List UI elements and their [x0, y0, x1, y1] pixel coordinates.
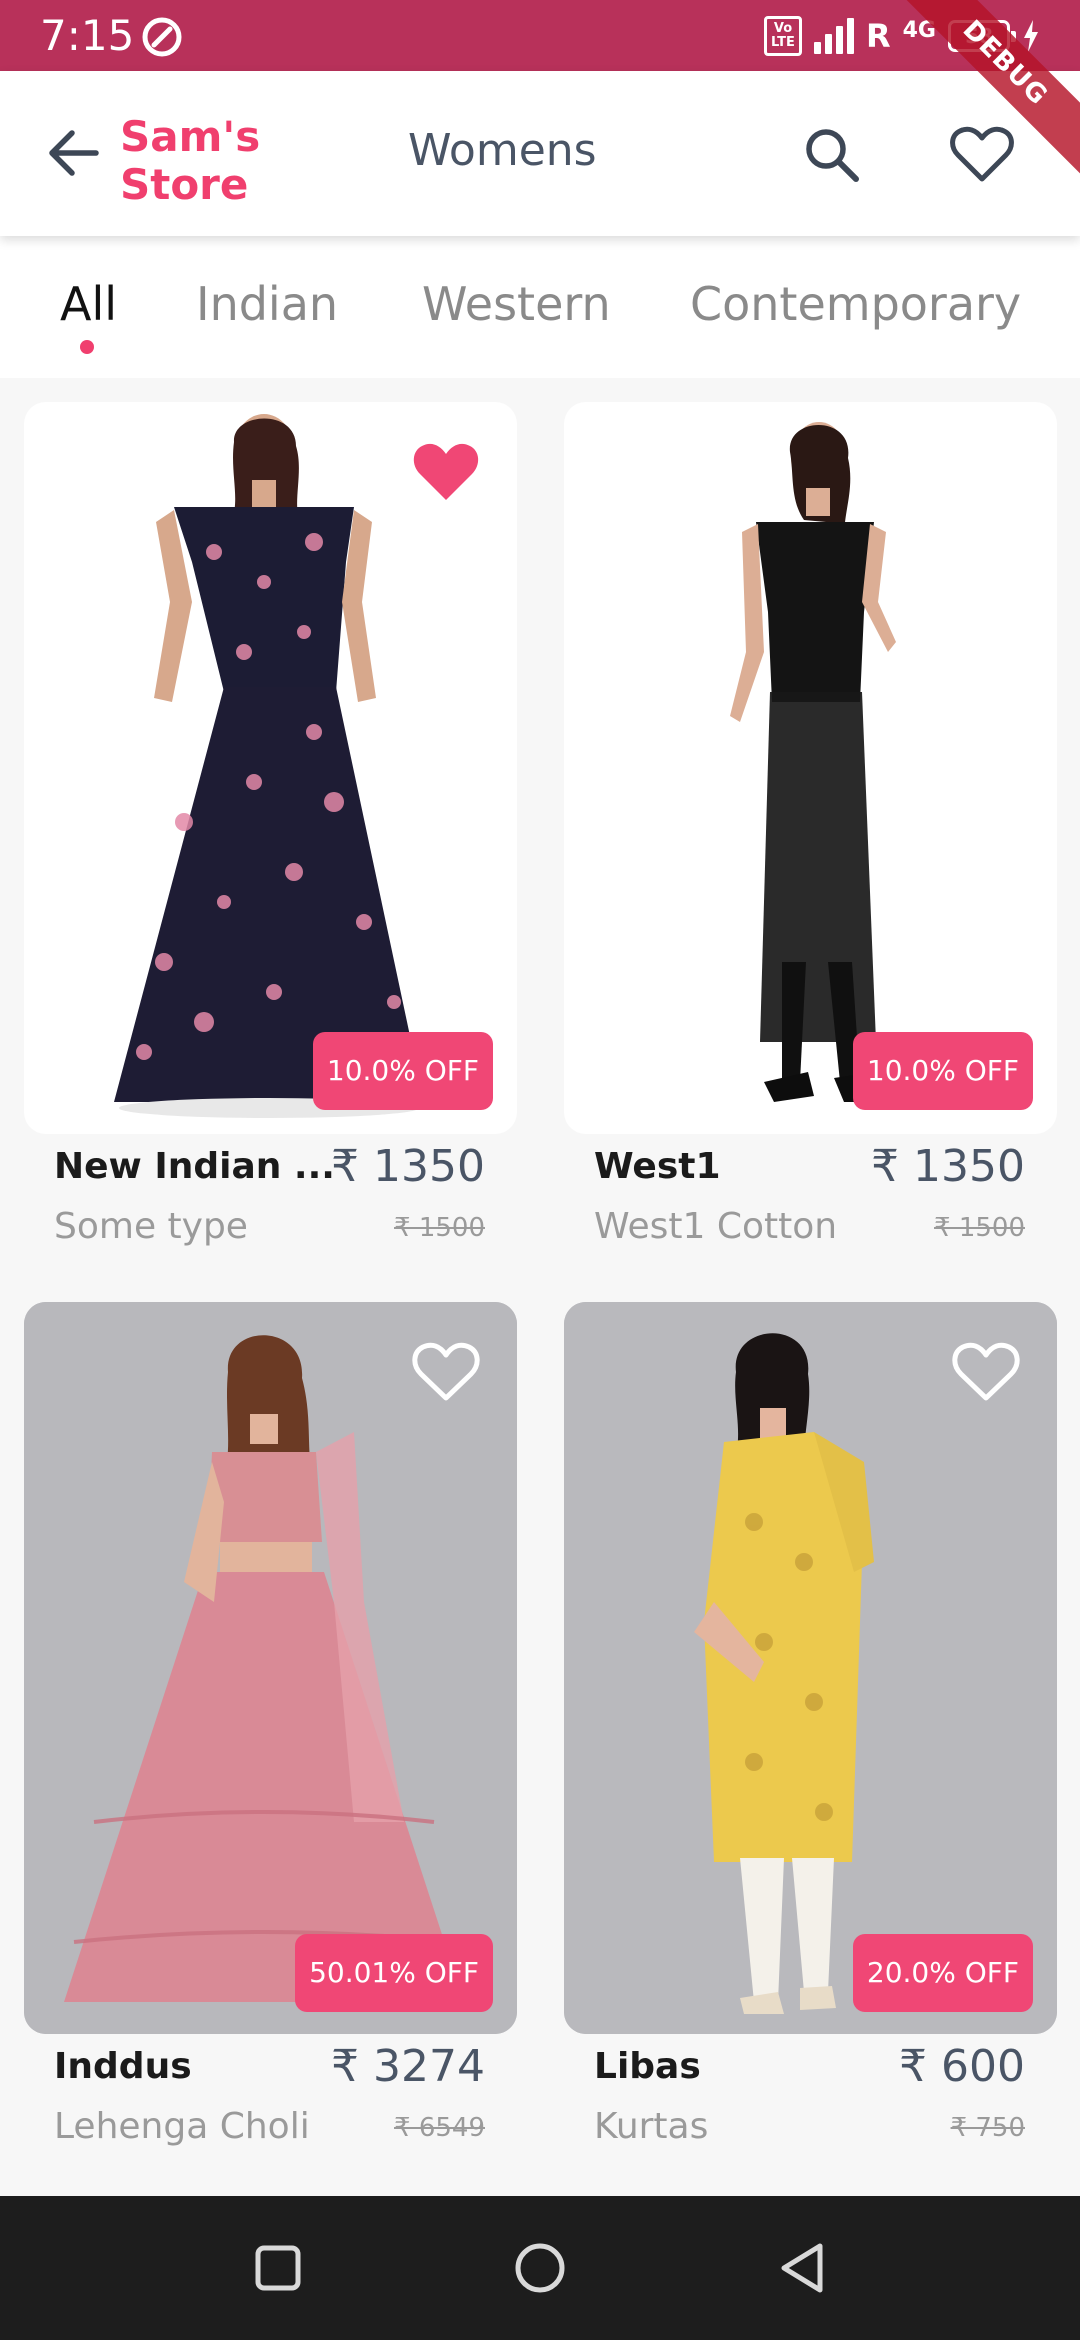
product-price: ₹ 1350	[871, 1141, 1025, 1192]
original-price: ₹ 6549	[394, 2113, 485, 2143]
tab-contemporary[interactable]: Contemporary	[690, 272, 1021, 336]
product-type: West1 Cotton	[594, 1206, 838, 1247]
original-price: ₹ 1500	[394, 1213, 485, 1243]
product-image[interactable]: 20.0% OFF	[564, 1302, 1057, 2034]
product-image[interactable]: 10.0% OFF	[24, 402, 517, 1134]
signal-icon	[813, 18, 854, 54]
tab-western[interactable]: Western	[422, 272, 611, 336]
product-photo-black-kurta	[730, 422, 896, 1102]
product-type: Kurtas	[594, 2106, 709, 2147]
tab-all[interactable]: All	[60, 272, 117, 336]
product-name: New Indian ...	[54, 1146, 335, 1187]
active-tab-indicator	[80, 340, 94, 354]
discount-badge: 50.01% OFF	[295, 1934, 493, 2012]
discount-badge: 20.0% OFF	[852, 1934, 1033, 2012]
heart-outline-icon[interactable]	[951, 1340, 1021, 1404]
heart-outline-icon[interactable]	[948, 121, 1016, 189]
discount-badge: 10.0% OFF	[852, 1032, 1033, 1110]
square-icon[interactable]	[250, 2240, 306, 2296]
original-price: ₹ 750	[950, 2113, 1025, 2143]
system-nav-bar	[0, 2196, 1080, 2340]
product-type: Some type	[54, 1206, 248, 1247]
product-name: Libas	[594, 2046, 701, 2087]
discount-badge: 10.0% OFF	[312, 1032, 493, 1110]
heart-outline-icon[interactable]	[411, 1340, 481, 1404]
page-title: Womens	[408, 125, 597, 176]
tab-indian[interactable]: Indian	[196, 272, 338, 336]
product-name: Inddus	[54, 2046, 192, 2087]
back-arrow-icon[interactable]	[42, 121, 106, 185]
app-bar: Sam's Store Womens	[0, 71, 1080, 236]
product-photo-pink-lehenga	[24, 1302, 517, 2034]
product-image[interactable]: 50.01% OFF	[24, 1302, 517, 2034]
original-price: ₹ 1500	[934, 1213, 1025, 1243]
roaming-indicator: R	[865, 17, 891, 55]
app-screen: 7:15 Vo LTE R 4G 58 DEBUG Sam's Store Wo…	[0, 0, 1080, 2340]
volte-icon: Vo LTE	[763, 16, 802, 56]
circle-icon[interactable]	[512, 2240, 568, 2296]
product-price: ₹ 600	[899, 2041, 1025, 2092]
category-tabs: All Indian Western Contemporary	[0, 236, 1080, 378]
heart-filled-icon[interactable]	[411, 440, 481, 504]
search-icon[interactable]	[800, 123, 864, 187]
product-name: West1	[594, 1146, 721, 1187]
heart-outline-icon[interactable]	[951, 440, 1021, 504]
product-type: Lehenga Choli	[54, 2106, 310, 2147]
product-image[interactable]: 10.0% OFF	[564, 402, 1057, 1134]
product-price: ₹ 1350	[331, 1141, 485, 1192]
status-time: 7:15	[40, 11, 135, 60]
product-photo-yellow-kurta	[564, 1302, 1057, 2034]
triangle-back-icon[interactable]	[776, 2240, 832, 2296]
data-saver-icon	[142, 17, 182, 57]
product-photo-floral-gown	[114, 414, 424, 1118]
store-name: Sam's Store	[120, 112, 261, 209]
product-price: ₹ 3274	[331, 2041, 485, 2092]
